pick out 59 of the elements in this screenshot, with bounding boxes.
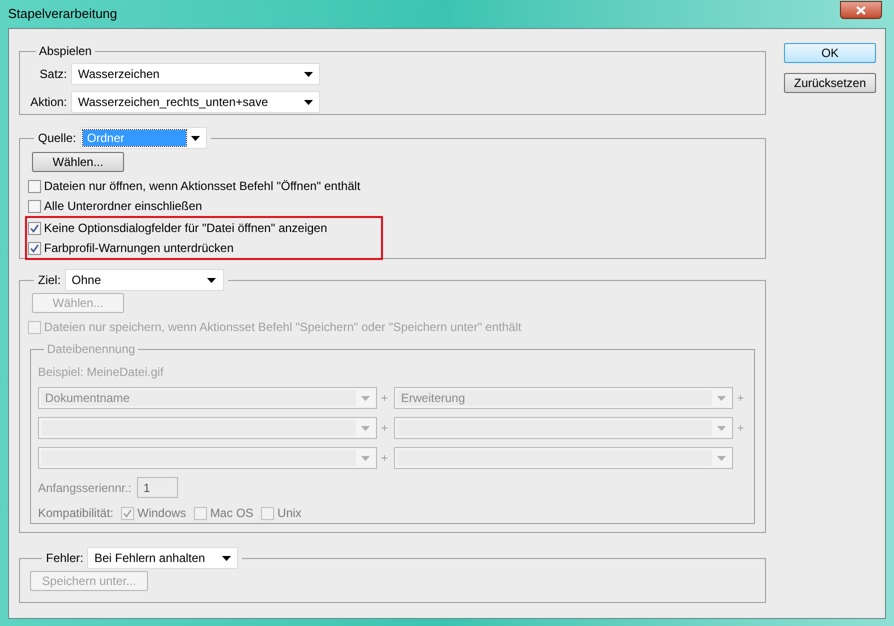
plus-sign: + [381, 450, 390, 467]
dropdown-caret-icon [360, 426, 370, 430]
option-label: Dateien nur speichern, wenn Aktionsset Befehl "Speichern" oder "Speichern unter" enthält [44, 319, 522, 336]
field-label: Ziel: [38, 272, 61, 289]
close-button[interactable] [840, 1, 882, 19]
plus-sign: + [381, 420, 390, 437]
option-label: Keine Optionsdialogfelder für "Datei öffnen" anzeigen [44, 220, 328, 237]
input-field[interactable]: 1 [137, 477, 178, 498]
push-button[interactable]: OK [784, 43, 876, 63]
dropdown[interactable]: Bei Fehlern anhalten [87, 547, 238, 569]
example-text: Beispiel: MeineDatei.gif [38, 364, 164, 381]
checkbox[interactable] [261, 506, 274, 520]
checkbox[interactable] [28, 222, 41, 234]
field-label: Quelle: [38, 130, 76, 147]
close-icon [856, 6, 866, 14]
checkbox[interactable] [194, 506, 208, 520]
option-label: Dateien nur öffnen, wenn Aktionsset Befehl "Öffnen" enthält [44, 178, 360, 195]
dropdown[interactable] [38, 417, 377, 439]
dropdown[interactable]: Ohne [64, 269, 224, 291]
push-button[interactable]: Wählen... [32, 152, 124, 172]
dropdown[interactable]: Wasserzeichen [71, 63, 320, 85]
option-label: Unix [277, 505, 302, 522]
checkbox[interactable] [28, 242, 41, 254]
plus-sign: + [737, 390, 746, 407]
dropdown-caret-icon [716, 426, 726, 430]
option-label: Farbprofil-Warnungen unterdrücken [44, 240, 234, 257]
checkbox[interactable] [28, 200, 41, 212]
group-title: Abspielen [39, 44, 92, 58]
field-label: Anfangsseriennr.: [38, 480, 132, 496]
dropdown-caret-icon [222, 556, 231, 560]
checkmark-icon [123, 508, 132, 518]
dropdown-caret-icon [304, 100, 312, 104]
option-label: Mac OS [210, 505, 254, 522]
dropdown-caret-icon [360, 456, 370, 460]
dropdown-caret-icon [304, 72, 312, 76]
option-label: Windows [137, 505, 186, 522]
option-label: Alle Unterordner einschließen [44, 198, 202, 215]
group-title: Dateibenennung [47, 342, 136, 356]
checkmark-icon [30, 244, 39, 252]
dropdown-caret-icon [360, 396, 370, 400]
push-button[interactable]: Zurücksetzen [784, 73, 876, 93]
dropdown[interactable]: Wasserzeichen_rechts_unten+save [71, 91, 320, 113]
checkmark-icon [30, 224, 39, 232]
dropdown-caret-icon [207, 278, 216, 282]
checkbox[interactable] [121, 506, 134, 520]
dropdown-caret-icon [716, 456, 726, 460]
dropdown[interactable] [394, 417, 733, 439]
window-title: Stapelverarbeitung [8, 5, 118, 24]
dropdown[interactable] [394, 447, 733, 469]
field-label: Satz: [40, 66, 67, 83]
field-label: Aktion: [30, 94, 67, 111]
plus-sign: + [381, 390, 390, 407]
plus-sign: + [737, 420, 746, 437]
dropdown-caret-icon [190, 136, 200, 140]
field-label: Kompatibilität: [38, 505, 114, 522]
field-label: Fehler: [46, 550, 84, 567]
dropdown[interactable] [38, 447, 377, 469]
checkbox[interactable] [28, 180, 41, 192]
dropdown-caret-icon [716, 396, 726, 400]
